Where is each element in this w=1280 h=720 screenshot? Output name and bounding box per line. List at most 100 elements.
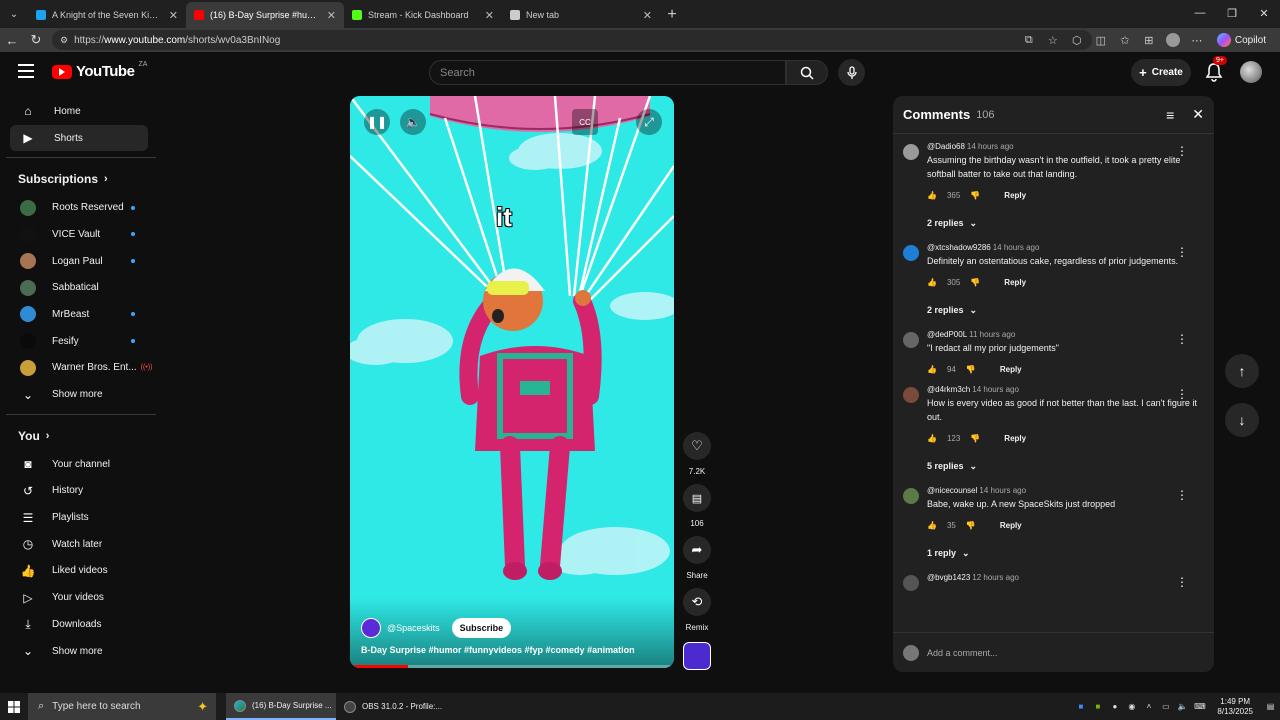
sidebar-item-playlists[interactable]: ☰ Playlists bbox=[0, 504, 160, 531]
short-video-player[interactable]: it ❚❚ 🔈 CC ⤢ @Spaceskits Subscribe B-Day… bbox=[350, 96, 674, 668]
app-available-icon[interactable]: ⧉ bbox=[1019, 30, 1039, 50]
start-button[interactable] bbox=[0, 693, 28, 720]
comment-more-icon[interactable]: ⋮ bbox=[1176, 488, 1188, 502]
notifications-icon[interactable]: ▤ bbox=[1265, 701, 1276, 712]
commenter-avatar[interactable] bbox=[903, 332, 919, 348]
comments-list[interactable]: @Dadio68 14 hours ago ⋮ Assuming the birthd… bbox=[893, 134, 1214, 632]
discord-icon[interactable]: ◉ bbox=[1126, 701, 1137, 712]
reload-button[interactable]: ↻ bbox=[24, 28, 48, 52]
search-button[interactable] bbox=[786, 60, 828, 85]
comment-author[interactable]: @nicecounsel bbox=[927, 486, 977, 495]
sidebar-item-liked-videos[interactable]: 👍 Liked videos bbox=[0, 558, 160, 585]
show-more-you[interactable]: ⌄ Show more bbox=[0, 638, 160, 665]
close-icon[interactable]: ✕ bbox=[1192, 106, 1204, 123]
menu-icon[interactable] bbox=[18, 64, 34, 78]
comment-time[interactable]: 14 hours ago bbox=[967, 142, 1014, 151]
view-replies-button[interactable]: 2 replies ⌄ bbox=[927, 215, 1204, 231]
thumbs-up-icon[interactable]: 👍 bbox=[927, 278, 937, 287]
reply-button[interactable]: Reply bbox=[1000, 521, 1022, 530]
comment-author[interactable]: @Dadio68 bbox=[927, 142, 965, 151]
commenter-avatar[interactable] bbox=[903, 488, 919, 504]
url-field[interactable]: ⚙ https://www.youtube.com/shorts/wv0a3Bn… bbox=[52, 30, 1092, 50]
youtube-logo[interactable]: YouTube ZA bbox=[52, 61, 147, 80]
you-header[interactable]: You › bbox=[0, 421, 160, 451]
thumbs-up-icon[interactable]: 👍 bbox=[927, 191, 937, 200]
video-title[interactable]: B-Day Surprise #humor #funnyvideos #fyp … bbox=[361, 645, 661, 655]
comment-more-icon[interactable]: ⋮ bbox=[1176, 575, 1188, 589]
reply-button[interactable]: Reply bbox=[1004, 434, 1026, 443]
sidebar-item-watch-later[interactable]: ◷ Watch later bbox=[0, 531, 160, 558]
view-replies-button[interactable]: 5 replies ⌄ bbox=[927, 458, 1204, 474]
volume-icon[interactable]: 🔈 bbox=[1177, 701, 1188, 712]
steam-icon[interactable]: ● bbox=[1109, 701, 1120, 712]
network-icon[interactable]: ▭ bbox=[1160, 701, 1171, 712]
maximize-button[interactable]: ❐ bbox=[1216, 0, 1248, 26]
previous-short-button[interactable]: ↑ bbox=[1225, 354, 1259, 388]
thumbs-down-icon[interactable]: 👎 bbox=[970, 191, 980, 200]
browser-tab[interactable]: A Knight of the Seven Kingdoms - ✕ bbox=[28, 2, 186, 28]
commenter-avatar[interactable] bbox=[903, 144, 919, 160]
tab-close-icon[interactable]: ✕ bbox=[327, 9, 336, 22]
comment-more-icon[interactable]: ⋮ bbox=[1176, 332, 1188, 346]
captions-button[interactable]: CC bbox=[572, 109, 598, 135]
profile-avatar-icon[interactable] bbox=[1163, 30, 1183, 50]
comments-button[interactable]: ▤ bbox=[683, 484, 711, 512]
show-more-subscriptions[interactable]: ⌄ Show more bbox=[0, 381, 160, 408]
split-screen-icon[interactable]: ◫ bbox=[1091, 30, 1111, 50]
subscription-item[interactable]: MrBeast bbox=[0, 301, 160, 328]
site-info-icon[interactable]: ⚙ bbox=[60, 35, 68, 46]
comment-time[interactable]: 14 hours ago bbox=[993, 243, 1040, 252]
commenter-avatar[interactable] bbox=[903, 575, 919, 591]
browser-tab[interactable]: Stream - Kick Dashboard ✕ bbox=[344, 2, 502, 28]
remix-button[interactable]: ⟲ bbox=[683, 588, 711, 616]
sidebar-item-your-videos[interactable]: ▷ Your videos bbox=[0, 584, 160, 611]
extensions-icon[interactable]: ⬡ bbox=[1067, 30, 1087, 50]
video-progress-bar[interactable] bbox=[350, 665, 674, 668]
thumbs-down-icon[interactable]: 👎 bbox=[970, 278, 980, 287]
nvidia-icon[interactable]: ■ bbox=[1092, 701, 1103, 712]
back-button[interactable]: ← bbox=[0, 28, 24, 52]
comment-time[interactable]: 11 hours ago bbox=[969, 330, 1015, 339]
subscription-item[interactable]: Fesify bbox=[0, 328, 160, 355]
reply-button[interactable]: Reply bbox=[1000, 365, 1022, 374]
subscriptions-header[interactable]: Subscriptions › bbox=[0, 164, 160, 194]
account-avatar[interactable] bbox=[1240, 61, 1262, 83]
add-comment-row[interactable]: Add a comment... bbox=[893, 632, 1214, 672]
thumbs-up-icon[interactable]: 👍 bbox=[927, 365, 937, 374]
channel-avatar[interactable] bbox=[361, 618, 381, 638]
new-tab-button[interactable]: + bbox=[660, 3, 684, 27]
sidebar-item-shorts[interactable]: ▶ Shorts bbox=[10, 124, 148, 152]
view-replies-button[interactable]: 1 reply ⌄ bbox=[927, 545, 1204, 561]
copilot-button[interactable]: Copilot bbox=[1211, 33, 1272, 47]
sound-thumbnail[interactable] bbox=[683, 642, 711, 670]
reply-button[interactable]: Reply bbox=[1004, 278, 1026, 287]
sidebar-item-home[interactable]: ⌂ Home bbox=[10, 98, 148, 125]
subscription-item[interactable]: Roots Reserved bbox=[0, 194, 160, 221]
comment-time[interactable]: 12 hours ago bbox=[972, 573, 1019, 582]
more-menu-icon[interactable]: ⋯ bbox=[1187, 30, 1207, 50]
search-input[interactable]: Search bbox=[429, 60, 786, 85]
commenter-avatar[interactable] bbox=[903, 387, 919, 403]
thumbs-down-icon[interactable]: 👎 bbox=[970, 434, 980, 443]
subscription-item[interactable]: Warner Bros. Ent... ((•)) bbox=[0, 355, 160, 382]
subscription-item[interactable]: Logan Paul bbox=[0, 248, 160, 275]
browser-tab[interactable]: (16) B-Day Surprise #humor # ✕ bbox=[186, 2, 344, 28]
view-replies-button[interactable]: 2 replies ⌄ bbox=[927, 302, 1204, 318]
share-button[interactable]: ➦ bbox=[683, 536, 711, 564]
comment-time[interactable]: 14 hours ago bbox=[972, 385, 1019, 394]
thumbs-up-icon[interactable]: 👍 bbox=[927, 521, 937, 530]
favorites-icon[interactable]: ✩ bbox=[1115, 30, 1135, 50]
sidebar-item-your-channel[interactable]: ◙ Your channel bbox=[0, 451, 160, 478]
comment-time[interactable]: 14 hours ago bbox=[979, 486, 1026, 495]
taskbar-app[interactable]: (16) B-Day Surprise ... bbox=[226, 693, 336, 720]
subscription-item[interactable]: VICE Vault bbox=[0, 221, 160, 248]
subscription-item[interactable]: Sabbatical bbox=[0, 274, 160, 301]
sort-icon[interactable]: ≡ bbox=[1166, 107, 1174, 123]
browser-tab[interactable]: New tab ✕ bbox=[502, 2, 660, 28]
volume-button[interactable]: 🔈 bbox=[400, 109, 426, 135]
tab-close-icon[interactable]: ✕ bbox=[485, 9, 494, 22]
taskbar-app[interactable]: OBS 31.0.2 - Profile:... bbox=[336, 693, 446, 720]
comment-author[interactable]: @d4rkm3ch bbox=[927, 385, 970, 394]
collections-icon[interactable]: ⊞ bbox=[1139, 30, 1159, 50]
create-button[interactable]: + Create bbox=[1131, 59, 1191, 86]
